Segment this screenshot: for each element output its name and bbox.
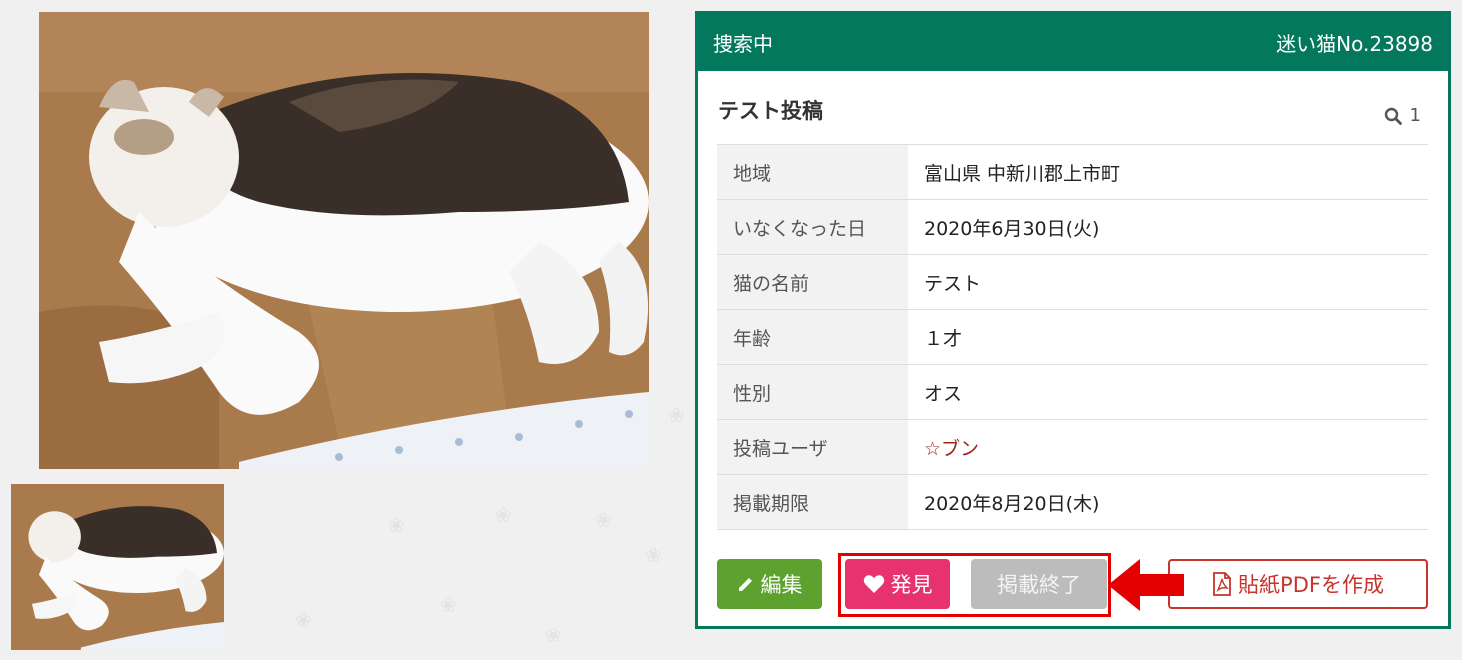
pdf-file-icon	[1213, 572, 1231, 596]
detail-value: テスト	[908, 254, 1428, 310]
table-row: いなくなった日 2020年6月30日(火)	[717, 199, 1428, 255]
table-row: 地域 富山県 中新川郡上市町	[717, 144, 1428, 200]
table-row: 性別 オス	[717, 364, 1428, 420]
case-number: 迷い猫No.23898	[1276, 32, 1433, 56]
cat-photo-image	[39, 12, 649, 469]
detail-key: 地域	[717, 144, 908, 200]
detail-key: 掲載期限	[717, 474, 908, 530]
detail-key: 猫の名前	[717, 254, 908, 310]
details-table: 地域 富山県 中新川郡上市町 いなくなった日 2020年6月30日(火) 猫の名…	[717, 144, 1428, 530]
edit-button-label: 編集	[760, 573, 803, 597]
view-count-value: 1	[1409, 105, 1421, 126]
detail-value: 2020年6月30日(火)	[908, 199, 1428, 255]
table-row: 掲載期限 2020年8月20日(木)	[717, 474, 1428, 530]
poster-user-link[interactable]: ☆ブン	[924, 438, 979, 460]
detail-key: いなくなった日	[717, 199, 908, 255]
create-poster-pdf-button-label: 貼紙PDFを作成	[1238, 573, 1384, 597]
annotation-highlight-box	[838, 553, 1111, 617]
paw-print-icon: ❀	[595, 508, 612, 532]
detail-value: １才	[908, 309, 1428, 365]
detail-value: ☆ブン	[908, 419, 1428, 475]
paw-print-icon: ❀	[388, 513, 405, 537]
view-count: 1	[1384, 105, 1421, 126]
detail-value: 2020年8月20日(木)	[908, 474, 1428, 530]
create-poster-pdf-button[interactable]: 貼紙PDFを作成	[1168, 559, 1428, 609]
search-icon	[1384, 107, 1402, 125]
cat-photo-thumbnail[interactable]	[11, 484, 224, 650]
table-row: 猫の名前 テスト	[717, 254, 1428, 310]
annotation-arrow-icon	[1108, 559, 1184, 611]
edit-button[interactable]: 編集	[717, 559, 822, 609]
title-row: テスト投稿 1	[698, 71, 1448, 145]
paw-print-icon: ❀	[668, 403, 685, 427]
post-title: テスト投稿	[718, 99, 823, 123]
cat-photo-main[interactable]	[39, 12, 649, 469]
paw-print-icon: ❀	[545, 623, 562, 647]
cat-photo-thumbnail-image	[11, 484, 224, 650]
paw-print-icon: ❀	[295, 608, 312, 632]
detail-key: 投稿ユーザ	[717, 419, 908, 475]
paw-print-icon: ❀	[495, 503, 512, 527]
paw-print-icon: ❀	[440, 593, 457, 617]
paw-print-icon: ❀	[645, 543, 662, 567]
pencil-icon	[738, 578, 752, 591]
detail-value: オス	[908, 364, 1428, 420]
status-label: 捜索中	[713, 32, 773, 56]
detail-key: 性別	[717, 364, 908, 420]
detail-key: 年齢	[717, 309, 908, 365]
table-row: 投稿ユーザ ☆ブン	[717, 419, 1428, 475]
table-row: 年齢 １才	[717, 309, 1428, 365]
detail-value: 富山県 中新川郡上市町	[908, 144, 1428, 200]
card-header: 捜索中 迷い猫No.23898	[698, 14, 1448, 71]
